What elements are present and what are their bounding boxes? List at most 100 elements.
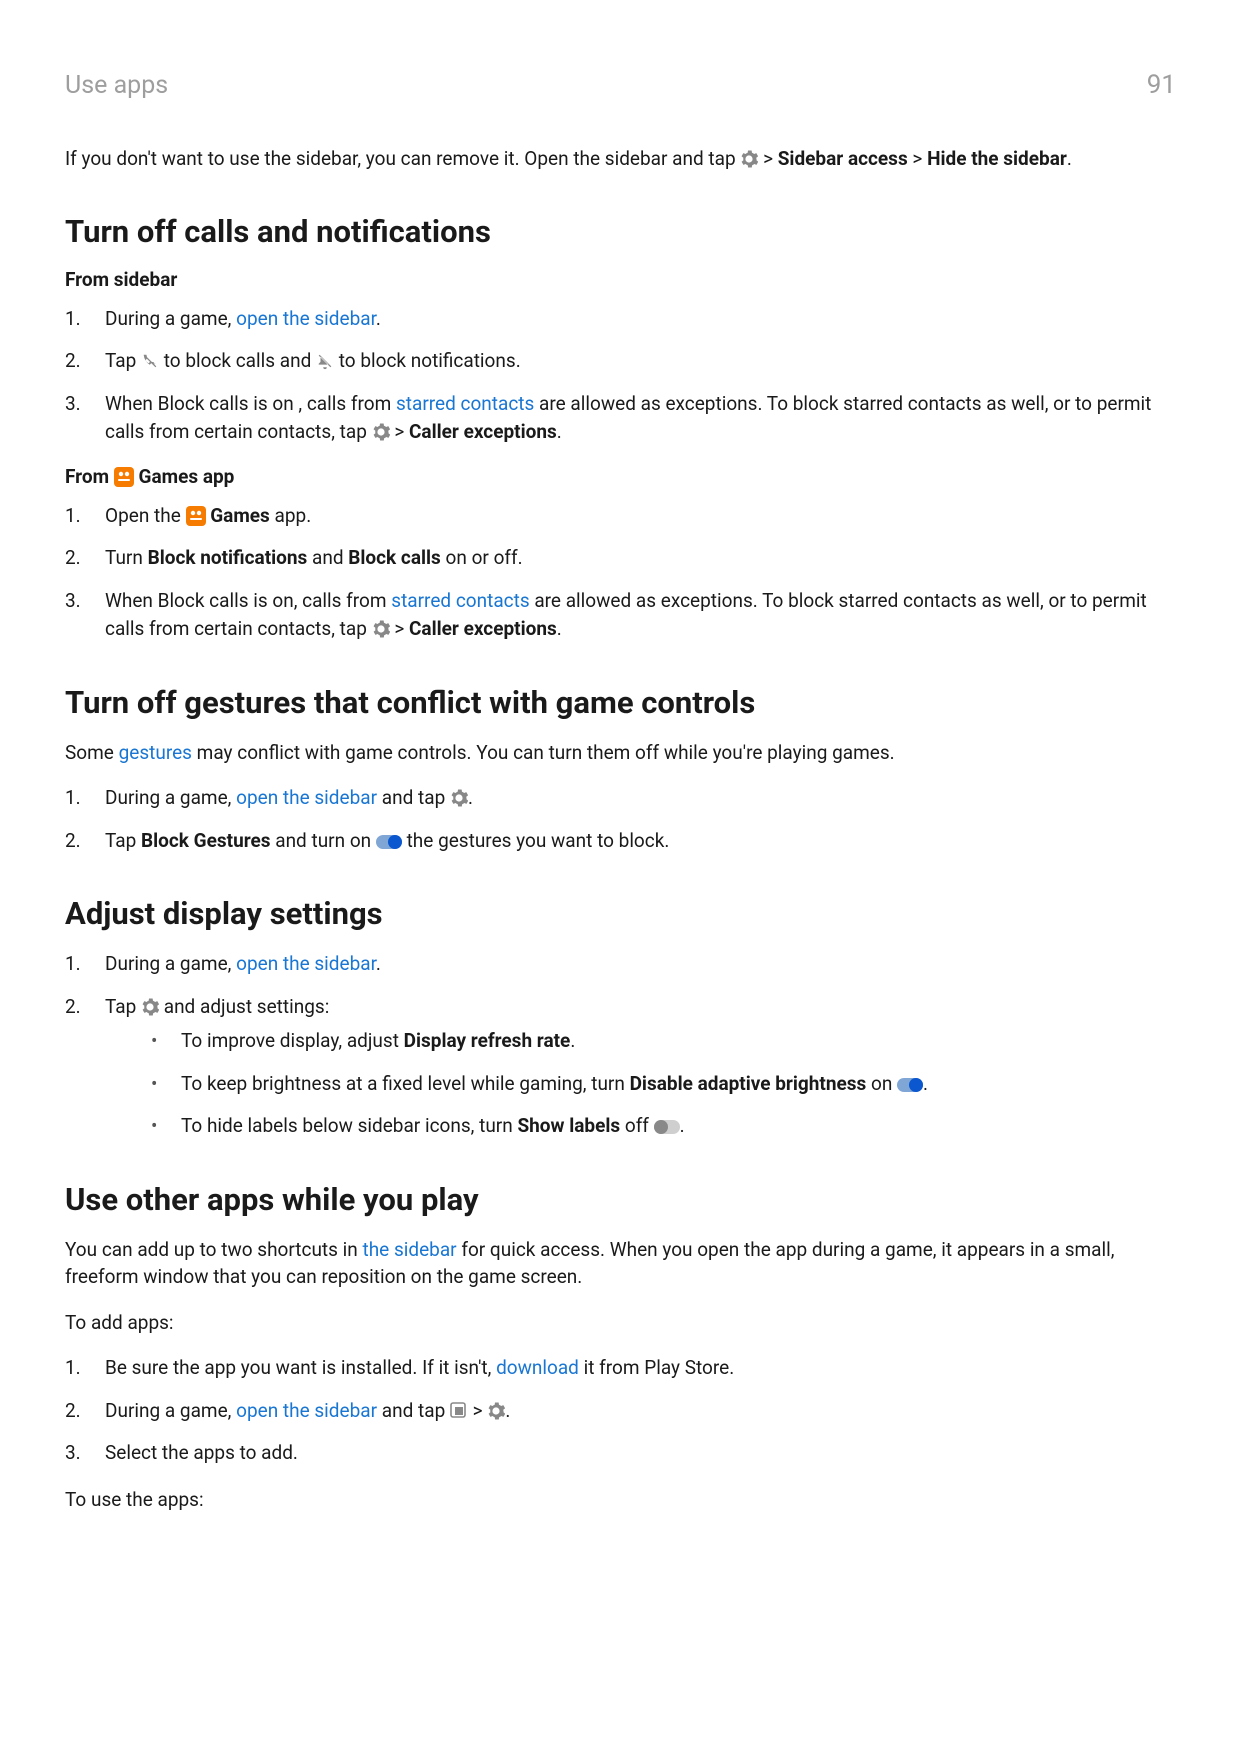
page: Use apps 91 If you don't want to use the…: [0, 0, 1241, 1754]
text: .: [557, 420, 562, 443]
link-open-sidebar[interactable]: open the sidebar: [236, 1399, 377, 1422]
heading-turn-off-gestures: Turn off gestures that conflict with gam…: [65, 684, 1176, 721]
games-icon: [186, 506, 206, 526]
link-open-sidebar[interactable]: open the sidebar: [236, 952, 376, 975]
display-bullets: To improve display, adjust Display refre…: [145, 1027, 1176, 1141]
phone-off-icon: [141, 352, 159, 370]
text: When Block calls is on: [105, 392, 298, 415]
text: Tap: [105, 829, 141, 852]
disable-adaptive-brightness-label: Disable adaptive brightness: [630, 1072, 867, 1095]
block-notifications-label: Block notifications: [148, 546, 308, 569]
step-number: 2.: [65, 347, 81, 376]
hide-sidebar-label: Hide the sidebar: [927, 147, 1067, 170]
step-number: 3.: [65, 1439, 81, 1468]
gear-icon: [141, 998, 159, 1016]
text: You can add up to two shortcuts in: [65, 1238, 362, 1261]
step-number: 3.: [65, 587, 81, 616]
show-labels-label: Show labels: [517, 1114, 620, 1137]
gestures-intro: Some gestures may conflict with game con…: [65, 739, 1176, 767]
step-number: 2.: [65, 1397, 81, 1426]
step: 3. When Block calls is on, calls from st…: [65, 587, 1176, 644]
other-apps-intro: You can add up to two shortcuts in the s…: [65, 1236, 1176, 1291]
link-starred-contacts[interactable]: starred contacts: [391, 589, 529, 612]
text: the gestures you want to block.: [407, 829, 670, 852]
text: >: [394, 420, 409, 443]
page-number: 91: [1147, 70, 1176, 100]
text: >: [473, 1399, 488, 1422]
gear-icon: [487, 1402, 505, 1420]
breadcrumb: Use apps: [65, 71, 168, 100]
text: Open the: [105, 504, 186, 527]
gear-icon: [372, 423, 390, 441]
text: When Block calls is on, calls from: [105, 589, 391, 612]
text: and adjust settings:: [164, 995, 330, 1018]
to-use-apps-label: To use the apps:: [65, 1486, 1176, 1514]
text: .: [570, 1029, 575, 1052]
text: app.: [270, 504, 311, 527]
steps-from-games: 1. Open the Games app. 2. Turn Block not…: [65, 502, 1176, 644]
text: During a game,: [105, 786, 236, 809]
caller-exceptions-label: Caller exceptions: [409, 617, 557, 640]
step-number: 2.: [65, 827, 81, 856]
text: Tap: [105, 995, 141, 1018]
text: >: [394, 617, 409, 640]
link-open-sidebar[interactable]: open the sidebar: [236, 786, 377, 809]
heading-adjust-display: Adjust display settings: [65, 895, 1176, 932]
gear-icon: [740, 150, 758, 168]
freeform-icon: [450, 1402, 468, 1420]
steps-display: 1. During a game, open the sidebar. 2. T…: [65, 950, 1176, 1141]
text: Select the apps to add.: [105, 1441, 298, 1464]
step: 3. When Block calls is on , calls from s…: [65, 390, 1176, 447]
toggle-on-icon: [897, 1078, 923, 1092]
step: 2. Turn Block notifications and Block ca…: [65, 544, 1176, 573]
steps-gestures: 1. During a game, open the sidebar and t…: [65, 784, 1176, 855]
bell-off-icon: [316, 352, 334, 370]
heading-turn-off-calls: Turn off calls and notifications: [65, 213, 1176, 250]
text: During a game,: [105, 1399, 236, 1422]
text: To improve display, adjust: [181, 1029, 404, 1052]
games-app-label: Games: [210, 504, 270, 527]
step-number: 3.: [65, 390, 81, 419]
subhead-from-games-app: From Games app: [65, 465, 1176, 488]
text: it from Play Store.: [579, 1356, 734, 1379]
link-starred-contacts[interactable]: starred contacts: [396, 392, 534, 415]
link-the-sidebar[interactable]: the sidebar: [362, 1238, 456, 1261]
step-number: 1.: [65, 784, 81, 813]
step: 2. Tap and adjust settings: To improve d…: [65, 993, 1176, 1141]
text: to block notifications.: [339, 349, 521, 372]
gear-icon: [450, 789, 468, 807]
text: >: [912, 147, 927, 170]
text: and tap: [377, 786, 450, 809]
text: .: [1067, 147, 1072, 170]
step-number: 1.: [65, 1354, 81, 1383]
text: Some: [65, 741, 119, 764]
text: Tap: [105, 349, 141, 372]
text: >: [763, 147, 778, 170]
text: on: [866, 1072, 897, 1095]
step: 1. Open the Games app.: [65, 502, 1176, 531]
step: 2. During a game, open the sidebar and t…: [65, 1397, 1176, 1426]
text: From: [65, 465, 114, 488]
text: may conflict with game controls. You can…: [192, 741, 895, 764]
text: off: [620, 1114, 653, 1137]
step: 1. During a game, open the sidebar.: [65, 950, 1176, 979]
text: Games app: [139, 465, 235, 488]
block-calls-label: Block calls: [348, 546, 441, 569]
text: During a game,: [105, 952, 236, 975]
text: .: [923, 1072, 928, 1095]
text: Be sure the app you want is installed. I…: [105, 1356, 496, 1379]
step: 1. During a game, open the sidebar and t…: [65, 784, 1176, 813]
text: .: [376, 307, 381, 330]
block-gestures-label: Block Gestures: [141, 829, 271, 852]
step-number: 2.: [65, 993, 81, 1022]
link-open-sidebar[interactable]: open the sidebar: [236, 307, 376, 330]
gear-icon: [372, 620, 390, 638]
text: and turn on: [271, 829, 376, 852]
link-download[interactable]: download: [496, 1356, 579, 1379]
toggle-off-icon: [654, 1120, 680, 1134]
step: 1. Be sure the app you want is installed…: [65, 1354, 1176, 1383]
text: .: [505, 1399, 510, 1422]
link-gestures[interactable]: gestures: [119, 741, 192, 764]
toggle-on-icon: [376, 835, 402, 849]
steps-from-sidebar: 1. During a game, open the sidebar. 2. T…: [65, 305, 1176, 447]
